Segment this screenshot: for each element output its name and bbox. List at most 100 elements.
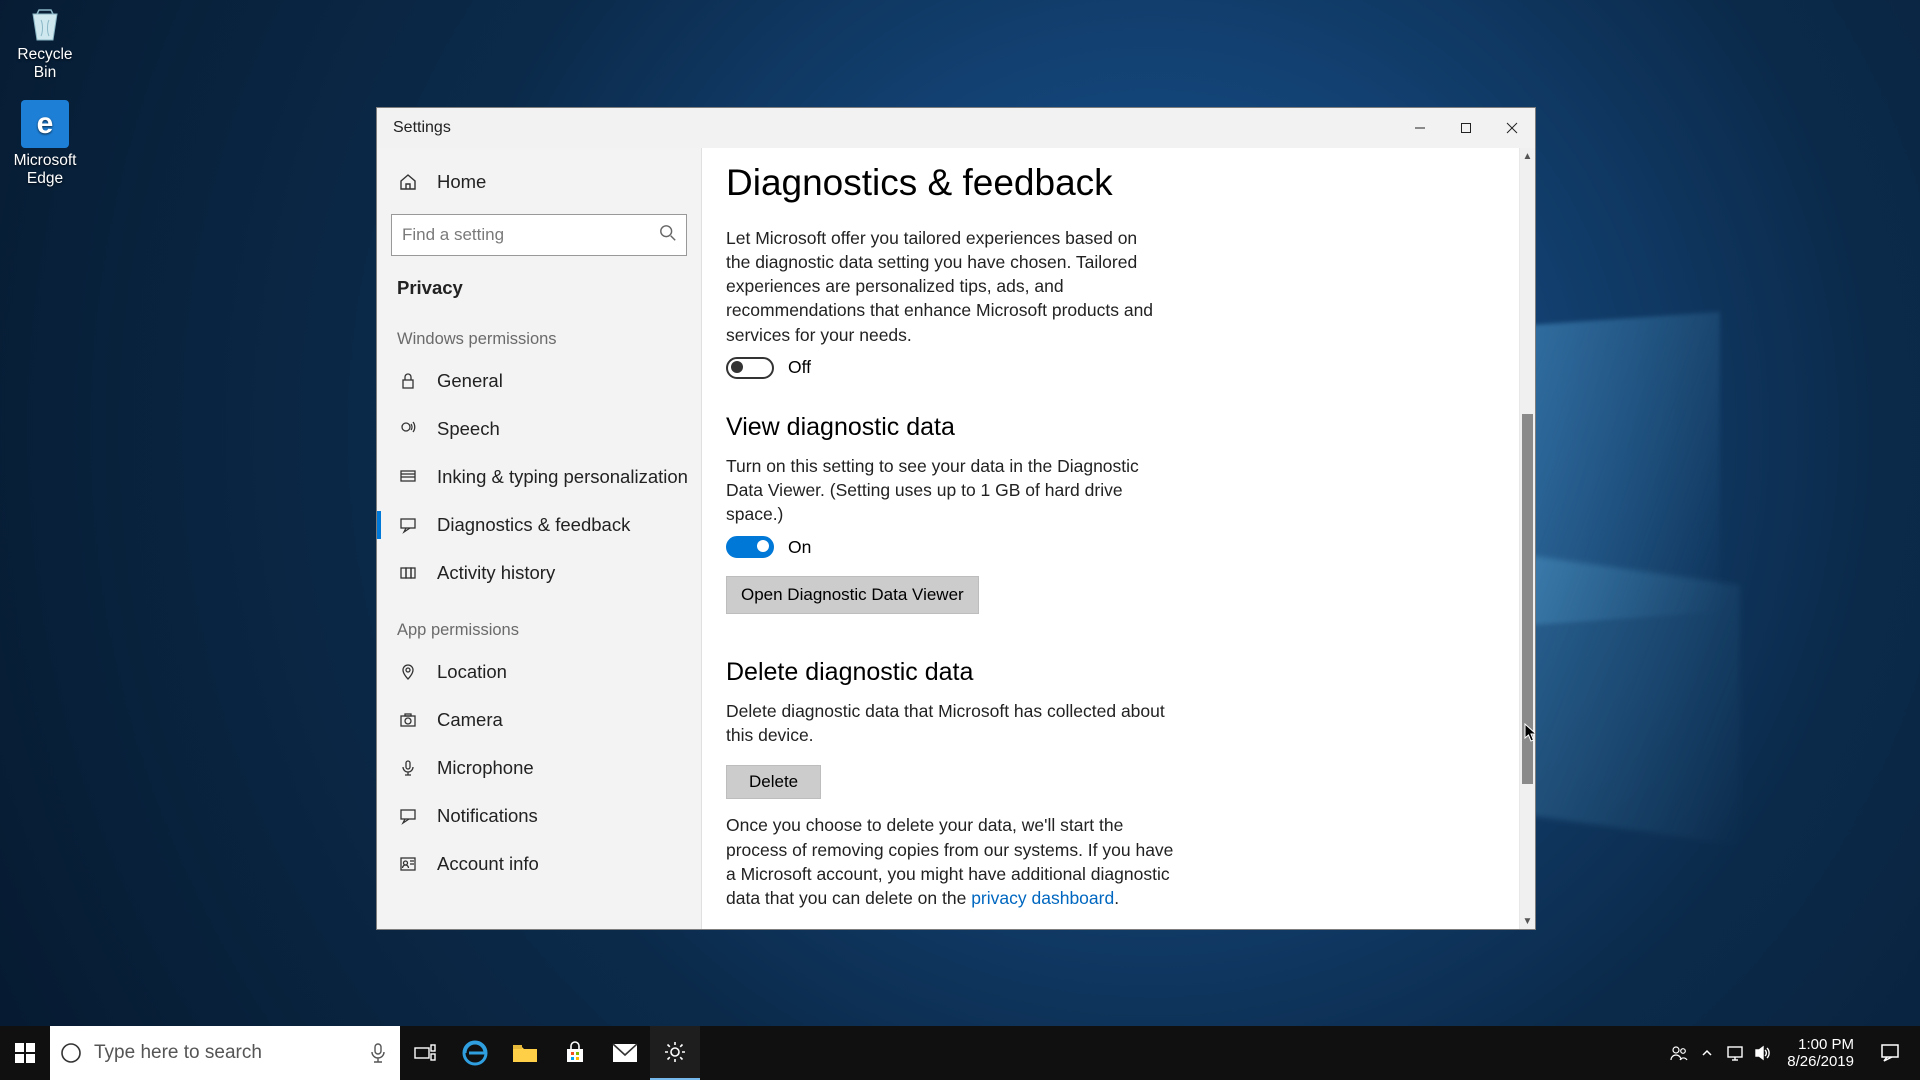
desktop-icon-label: Recycle Bin	[6, 46, 84, 82]
sidebar-item-label: Account info	[437, 853, 539, 875]
sidebar-item-label: Notifications	[437, 805, 538, 827]
inking-icon	[397, 468, 419, 486]
store-icon	[563, 1041, 587, 1065]
section-view-diagnostic-data: View diagnostic data	[726, 413, 1491, 442]
microphone-icon[interactable]	[370, 1043, 386, 1063]
company-device-note: If this is a company-owned device, your …	[726, 928, 1166, 929]
camera-icon	[397, 711, 419, 729]
toggle-switch-off[interactable]	[726, 357, 774, 379]
system-tray: 1:00 PM 8/26/2019	[1667, 1026, 1920, 1080]
toggle-state-label: Off	[788, 357, 811, 378]
settings-main-pane: Diagnostics & feedback Let Microsoft off…	[702, 148, 1535, 929]
desktop-icon-label: Microsoft Edge	[6, 152, 84, 188]
sidebar-item-label: Microphone	[437, 757, 534, 779]
sidebar-item-activity-history[interactable]: Activity history	[377, 549, 701, 597]
tray-volume-icon[interactable]	[1751, 1044, 1775, 1062]
section-delete-diagnostic-data: Delete diagnostic data	[726, 658, 1491, 687]
tray-people-icon[interactable]	[1667, 1044, 1691, 1062]
taskbar-app-store[interactable]	[550, 1026, 600, 1080]
view-diagnostic-toggle[interactable]: On	[726, 536, 1491, 558]
settings-window: Settings Home Privacy	[376, 107, 1536, 930]
home-icon	[397, 172, 419, 192]
clock-date: 8/26/2019	[1787, 1053, 1854, 1070]
mail-icon	[612, 1043, 638, 1063]
cortana-icon	[60, 1042, 82, 1064]
view-diagnostic-description: Turn on this setting to see your data in…	[726, 454, 1166, 526]
tray-chevron-up-icon[interactable]	[1695, 1047, 1719, 1059]
sidebar-item-microphone[interactable]: Microphone	[377, 744, 701, 792]
sidebar-item-general[interactable]: General	[377, 357, 701, 405]
taskbar-app-edge[interactable]	[450, 1026, 500, 1080]
account-icon	[397, 855, 419, 873]
lock-icon	[397, 372, 419, 390]
sidebar-item-label: Speech	[437, 418, 500, 440]
minimize-button[interactable]	[1397, 108, 1443, 148]
titlebar[interactable]: Settings	[377, 108, 1535, 148]
taskbar-app-settings[interactable]	[650, 1026, 700, 1080]
sidebar-item-label: Diagnostics & feedback	[437, 514, 630, 536]
taskbar-search-placeholder: Type here to search	[94, 1042, 262, 1064]
task-view-icon	[414, 1044, 436, 1062]
clock-time: 1:00 PM	[1787, 1036, 1854, 1053]
windows-logo-icon	[15, 1043, 35, 1063]
vertical-scrollbar[interactable]: ▲ ▼	[1519, 148, 1535, 929]
taskbar: Type here to search 1:00 PM 8/26/2019	[0, 1026, 1920, 1080]
sidebar-group-windows-permissions: Windows permissions	[377, 306, 701, 357]
privacy-dashboard-link[interactable]: privacy dashboard	[971, 888, 1114, 908]
taskbar-app-mail[interactable]	[600, 1026, 650, 1080]
gear-icon	[663, 1040, 687, 1064]
open-diagnostic-data-viewer-button[interactable]: Open Diagnostic Data Viewer	[726, 576, 979, 614]
mouse-cursor-icon	[1524, 723, 1535, 743]
sidebar-category-privacy[interactable]: Privacy	[377, 270, 701, 306]
sidebar-item-account-info[interactable]: Account info	[377, 840, 701, 888]
sidebar-item-label: Camera	[437, 709, 503, 731]
history-icon	[397, 564, 419, 582]
page-title: Diagnostics & feedback	[726, 162, 1491, 204]
taskbar-clock[interactable]: 1:00 PM 8/26/2019	[1779, 1036, 1862, 1071]
sidebar-item-notifications[interactable]: Notifications	[377, 792, 701, 840]
sidebar-item-location[interactable]: Location	[377, 648, 701, 696]
sidebar-item-speech[interactable]: Speech	[377, 405, 701, 453]
toggle-switch-on[interactable]	[726, 536, 774, 558]
delete-diagnostic-description: Delete diagnostic data that Microsoft ha…	[726, 699, 1166, 747]
tailored-experiences-toggle[interactable]: Off	[726, 357, 1491, 379]
folder-icon	[512, 1042, 538, 1064]
find-setting-input[interactable]	[391, 214, 687, 256]
feedback-icon	[397, 516, 419, 534]
sidebar-home[interactable]: Home	[377, 158, 701, 206]
microphone-icon	[397, 759, 419, 777]
sidebar-item-label: Location	[437, 661, 507, 683]
maximize-button[interactable]	[1443, 108, 1489, 148]
sidebar-item-label: Inking & typing personalization	[437, 466, 688, 488]
scroll-up-arrow[interactable]: ▲	[1520, 148, 1535, 164]
sidebar-item-diagnostics[interactable]: Diagnostics & feedback	[377, 501, 701, 549]
sidebar-category-label: Privacy	[397, 277, 463, 299]
desktop-icon-microsoft-edge[interactable]: e Microsoft Edge	[6, 100, 84, 188]
start-button[interactable]	[0, 1026, 50, 1080]
speech-icon	[397, 420, 419, 438]
scrollbar-track[interactable]	[1520, 164, 1535, 913]
sidebar-item-camera[interactable]: Camera	[377, 696, 701, 744]
sidebar-group-app-permissions: App permissions	[377, 597, 701, 648]
delete-diagnostic-note: Once you choose to delete your data, we'…	[726, 813, 1186, 910]
search-icon	[659, 224, 677, 242]
task-view-button[interactable]	[400, 1026, 450, 1080]
notifications-icon	[397, 807, 419, 825]
desktop-icon-recycle-bin[interactable]: Recycle Bin	[6, 4, 84, 82]
tailored-experiences-description: Let Microsoft offer you tailored experie…	[726, 226, 1166, 347]
sidebar-item-label: Home	[437, 171, 486, 193]
delete-button[interactable]: Delete	[726, 765, 821, 799]
edge-icon: e	[21, 100, 69, 148]
scroll-down-arrow[interactable]: ▼	[1520, 913, 1535, 929]
taskbar-search[interactable]: Type here to search	[50, 1026, 400, 1080]
sidebar-item-inking[interactable]: Inking & typing personalization	[377, 453, 701, 501]
close-button[interactable]	[1489, 108, 1535, 148]
settings-sidebar: Home Privacy Windows permissions General…	[377, 148, 702, 929]
location-icon	[397, 663, 419, 681]
notification-icon	[1880, 1043, 1900, 1063]
toggle-state-label: On	[788, 537, 811, 558]
action-center-button[interactable]	[1866, 1043, 1914, 1063]
window-title: Settings	[377, 119, 1397, 137]
tray-network-icon[interactable]	[1723, 1044, 1747, 1062]
taskbar-app-file-explorer[interactable]	[500, 1026, 550, 1080]
